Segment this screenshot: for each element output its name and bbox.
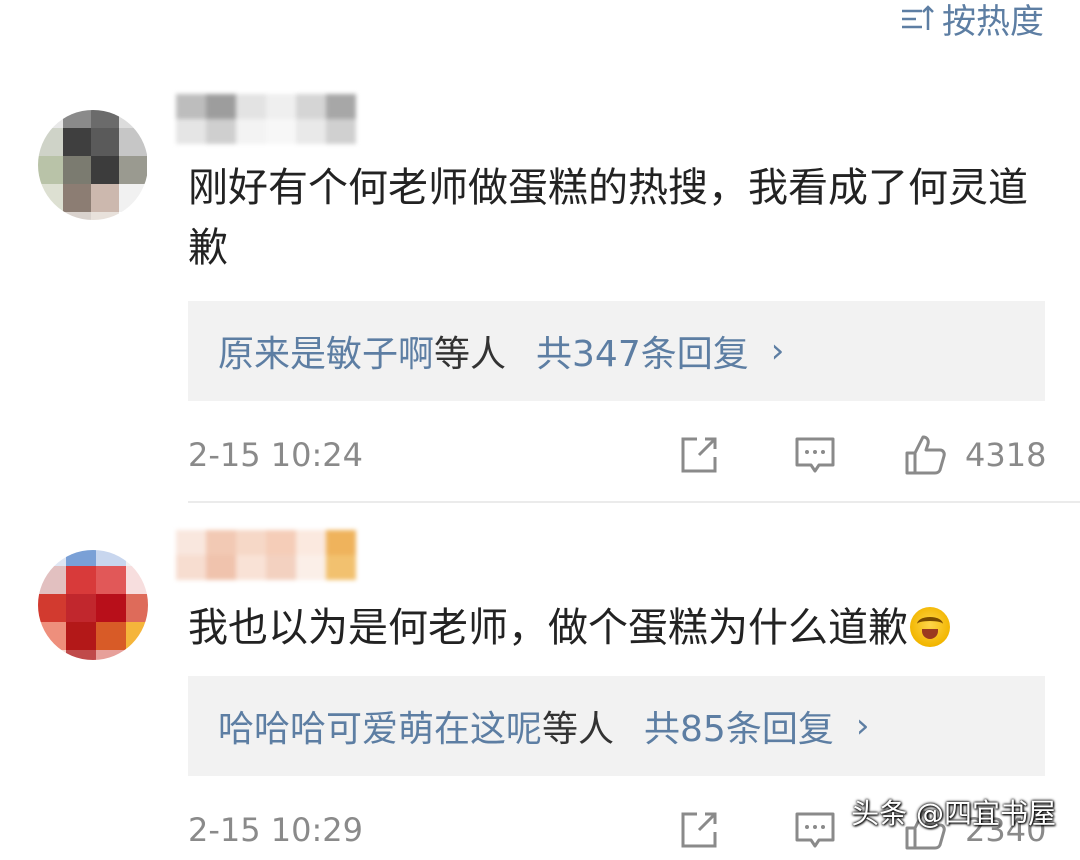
comment-text: 我也以为是何老师，做个蛋糕为什么道歉 — [188, 598, 1048, 658]
comment-text-body: 我也以为是何老师，做个蛋糕为什么道歉 — [188, 605, 908, 651]
reply-usernames[interactable]: 哈哈哈可爱萌在这呢 — [218, 700, 542, 752]
sort-by-hot-button[interactable]: 按热度 — [900, 0, 1044, 43]
laughing-crying-emoji-icon — [910, 607, 950, 647]
share-icon[interactable] — [677, 808, 721, 852]
username[interactable] — [176, 530, 376, 580]
comment-icon[interactable] — [793, 808, 837, 852]
like-count: 4318 — [965, 436, 1047, 474]
reply-usernames[interactable]: 原来是敏子啊 — [218, 325, 434, 377]
replies-summary[interactable]: 原来是敏子啊 等人 共347条回复 › — [188, 301, 1045, 401]
reply-count[interactable]: 共85条回复 — [644, 700, 834, 752]
sort-icon — [902, 4, 934, 30]
watermark: 头条 @四宜书屋 — [851, 797, 1056, 830]
chevron-right-icon: › — [855, 706, 870, 746]
avatar[interactable] — [38, 550, 148, 660]
reply-etc-label: 等人 — [434, 334, 507, 375]
comment-icon[interactable] — [793, 433, 837, 477]
reply-etc-label: 等人 — [542, 709, 615, 750]
thumbs-up-icon[interactable] — [903, 433, 947, 477]
timestamp: 2-15 10:29 — [188, 811, 364, 849]
reply-count[interactable]: 共347条回复 — [536, 325, 749, 377]
share-icon[interactable] — [677, 433, 721, 477]
comment-footer: 2-15 10:24 4318 — [188, 425, 1047, 485]
username[interactable] — [176, 94, 366, 144]
sort-label: 按热度 — [942, 2, 1044, 42]
avatar[interactable] — [38, 110, 148, 220]
comment-text: 刚好有个何老师做蛋糕的热搜，我看成了何灵道歉 — [188, 165, 1028, 271]
timestamp: 2-15 10:24 — [188, 436, 364, 474]
replies-summary[interactable]: 哈哈哈可爱萌在这呢 等人 共85条回复 › — [188, 676, 1045, 776]
comment-divider — [188, 501, 1080, 503]
chevron-right-icon: › — [770, 331, 785, 371]
